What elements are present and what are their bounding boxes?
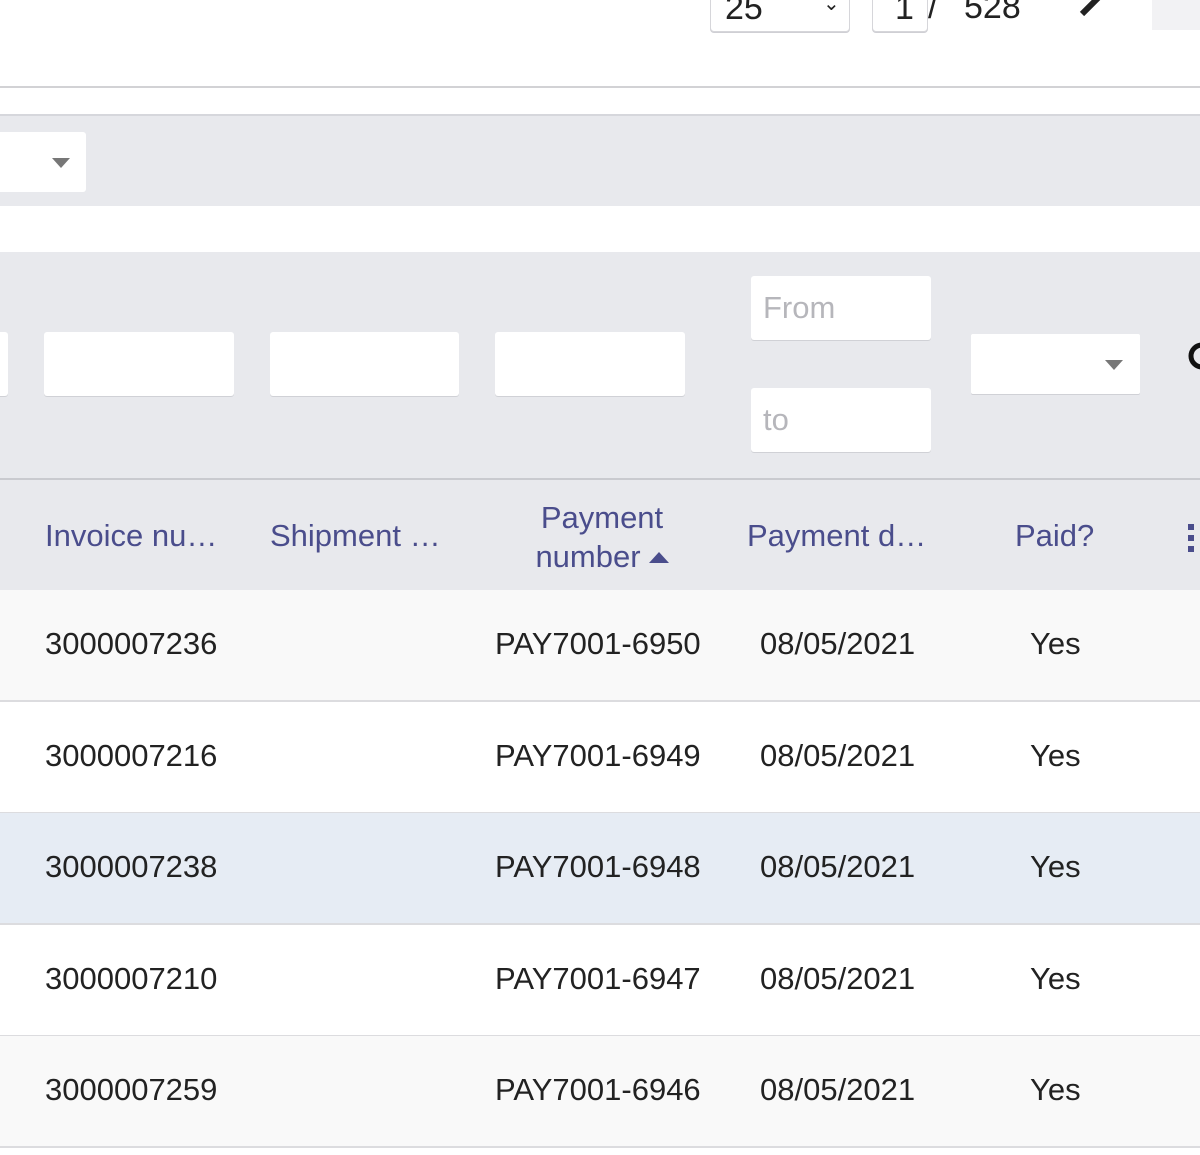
payment-number-filter[interactable] <box>495 332 685 396</box>
payment-number-cell: PAY7001-6950 <box>495 626 701 661</box>
next-page-icon[interactable] <box>1072 0 1112 16</box>
toolbar-corner-button[interactable] <box>1152 0 1200 30</box>
spacer <box>0 88 1200 114</box>
table-header: Invoice nu… Shipment … Payment number Pay… <box>0 478 1200 592</box>
payment-date-cell: 08/05/2021 <box>760 1072 916 1107</box>
caret-down-icon <box>1105 360 1123 370</box>
pagination-bar: 25 ⌄ 1 / 528 <box>0 0 1200 88</box>
invoice-number-cell: 3000007210 <box>45 961 218 996</box>
page-size-value: 25 <box>725 0 763 27</box>
to-placeholder: to <box>763 402 789 437</box>
payment-date-cell: 08/05/2021 <box>760 738 916 773</box>
payment-date-cell: 08/05/2021 <box>760 849 916 884</box>
paid-cell: Yes <box>1030 961 1081 996</box>
spacer <box>0 206 1200 252</box>
payment-date-from-input[interactable]: From <box>751 276 931 340</box>
page-separator: / <box>928 0 938 26</box>
paid-filter-select[interactable] <box>971 334 1140 394</box>
invoice-number-cell: 3000007259 <box>45 1072 218 1107</box>
table-row[interactable]: 3000007238 PAY7001-6948 08/05/2021 Yes <box>0 813 1200 925</box>
invoice-payments-page: 25 ⌄ 1 / 528 From to Invoice nu… Shipmen… <box>0 0 1200 1155</box>
filter-input-partial[interactable] <box>0 332 8 396</box>
from-placeholder: From <box>763 290 836 325</box>
paid-cell: Yes <box>1030 626 1081 661</box>
shipment-filter[interactable] <box>270 332 459 396</box>
table-row[interactable]: 3000007216 PAY7001-6949 08/05/2021 Yes <box>0 702 1200 814</box>
current-page-input[interactable]: 1 <box>872 0 928 32</box>
paid-cell: Yes <box>1030 1072 1081 1107</box>
column-filter-row: From to <box>0 252 1200 478</box>
table-row[interactable]: 3000007259 PAY7001-6946 08/05/2021 Yes <box>0 1036 1200 1148</box>
column-header-payment-number[interactable]: Payment number <box>495 498 709 576</box>
current-page-value: 1 <box>895 0 914 27</box>
table-row[interactable]: 3000007236 PAY7001-6950 08/05/2021 Yes <box>0 590 1200 702</box>
page-size-select[interactable]: 25 ⌄ <box>710 0 850 32</box>
payment-date-cell: 08/05/2021 <box>760 626 916 661</box>
invoice-number-cell: 3000007236 <box>45 626 218 661</box>
payment-number-cell: PAY7001-6947 <box>495 961 701 996</box>
payment-number-cell: PAY7001-6949 <box>495 738 701 773</box>
column-menu-icon[interactable] <box>1188 524 1200 552</box>
paid-cell: Yes <box>1030 738 1081 773</box>
invoice-number-cell: 3000007216 <box>45 738 218 773</box>
filter-toolbar <box>0 114 1200 208</box>
invoice-number-filter[interactable] <box>44 332 234 396</box>
payment-number-cell: PAY7001-6948 <box>495 849 701 884</box>
column-header-payment-date[interactable]: Payment d… <box>747 518 926 554</box>
payment-date-to-input[interactable]: to <box>751 388 931 452</box>
caret-down-icon <box>52 158 70 168</box>
column-header-invoice-number[interactable]: Invoice nu… <box>45 518 217 554</box>
search-icon[interactable] <box>1186 342 1200 376</box>
invoice-number-cell: 3000007238 <box>45 849 218 884</box>
sort-ascending-icon <box>648 552 669 563</box>
payment-number-cell: PAY7001-6946 <box>495 1072 701 1107</box>
toolbar-dropdown[interactable] <box>0 132 86 192</box>
payment-date-cell: 08/05/2021 <box>760 961 916 996</box>
paid-cell: Yes <box>1030 849 1081 884</box>
chevron-down-icon: ⌄ <box>823 0 840 15</box>
column-header-paid[interactable]: Paid? <box>1015 518 1094 554</box>
table-row[interactable]: 3000007210 PAY7001-6947 08/05/2021 Yes <box>0 925 1200 1037</box>
column-header-shipment[interactable]: Shipment … <box>270 518 441 554</box>
payment-number-header-label: Payment number <box>535 500 664 574</box>
total-pages: 528 <box>964 0 1021 26</box>
